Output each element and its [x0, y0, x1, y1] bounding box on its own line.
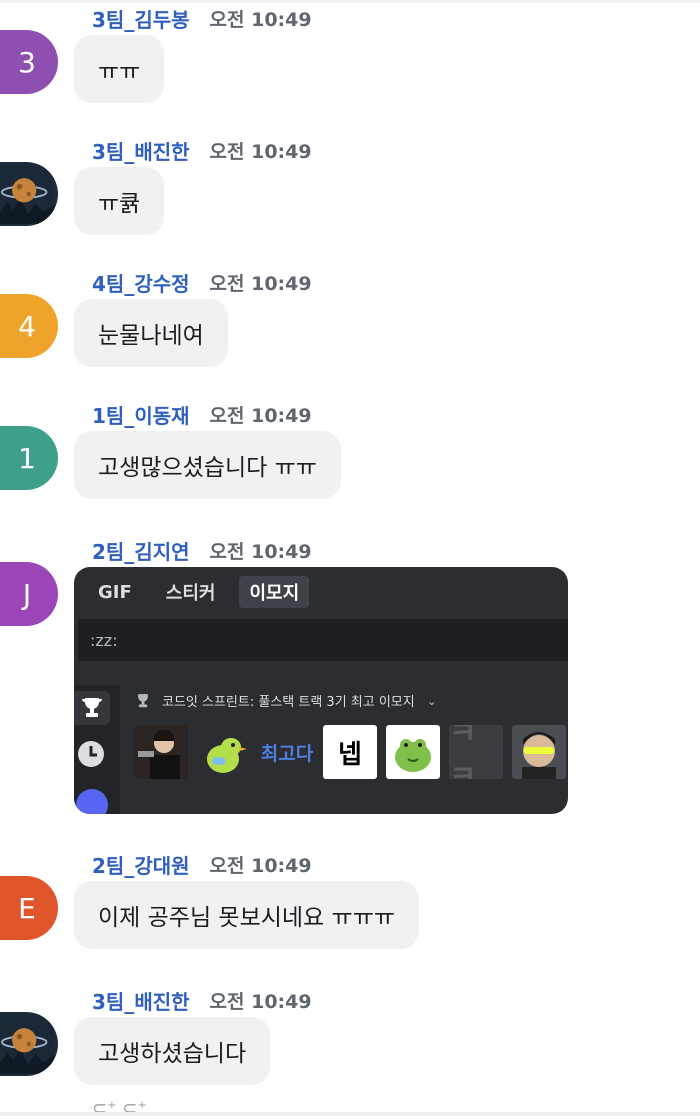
- avatar[interactable]: E: [0, 876, 58, 940]
- avatar[interactable]: 1: [0, 426, 58, 490]
- timestamp: 오전 10:49: [209, 140, 312, 163]
- emoji-nep: 넵: [323, 725, 377, 779]
- picker-tabs: GIF 스티커 이모지: [74, 567, 568, 617]
- timestamp: 오전 10:49: [209, 8, 312, 31]
- message-header: 3팀_배진한 오전 10:49: [92, 135, 312, 165]
- server-icon: [76, 789, 108, 814]
- message-bubble[interactable]: ㅠ큙: [74, 167, 165, 235]
- avatar-initial: 3: [18, 45, 36, 79]
- message-header: 1팀_이동재 오전 10:49: [92, 399, 312, 429]
- avatar[interactable]: 3: [0, 30, 58, 94]
- avatar[interactable]: [0, 1012, 58, 1076]
- author-name[interactable]: 3팀_김두봉: [92, 4, 190, 33]
- picker-sidebar: [74, 685, 120, 814]
- person-aiming-emoji: [134, 725, 188, 779]
- emoji-row: 최고다 넵 ㅋㅋ: [134, 725, 568, 785]
- trophy-icon: [74, 691, 110, 725]
- clock-icon: [74, 737, 108, 771]
- avatar-initial: J: [22, 577, 32, 611]
- emoji-picker-screenshot[interactable]: GIF 스티커 이모지 :zz: 코드잇 스프린트: 풀스택 트랙 3기 최고 …: [74, 567, 568, 814]
- message-header: 2팀_김지연 오전 10:49: [92, 535, 312, 565]
- message-bubble[interactable]: 고생하셨습니다: [74, 1017, 271, 1085]
- timestamp: 오전 10:49: [209, 990, 312, 1013]
- avatar[interactable]: [0, 162, 58, 226]
- tab-sticker: 스티커: [165, 583, 216, 604]
- emoji-kk: ㅋㅋ: [449, 725, 503, 779]
- author-name[interactable]: 2팀_김지연: [92, 536, 190, 565]
- avatar-initial: 1: [18, 441, 36, 475]
- avatar-initial: E: [18, 891, 36, 925]
- chevron-down-icon: ⌄: [426, 693, 437, 708]
- message-header: 3팀_김두봉 오전 10:49: [92, 3, 312, 33]
- message-bubble[interactable]: 이제 공주님 못보시네요 ㅠㅠㅠ: [74, 881, 420, 949]
- message-header: 3팀_배진한 오전 10:49: [92, 985, 312, 1015]
- tab-gif: GIF: [98, 581, 132, 603]
- message-bubble[interactable]: ㅠㅠ: [74, 35, 165, 103]
- author-name[interactable]: 3팀_배진한: [92, 986, 190, 1015]
- message-header: 4팀_강수정 오전 10:49: [92, 267, 312, 297]
- sunglasses-person-emoji: [512, 725, 566, 779]
- author-name[interactable]: 3팀_배진한: [92, 136, 190, 165]
- timestamp: 오전 10:49: [209, 540, 312, 563]
- tab-emoji: 이모지: [239, 576, 310, 608]
- planet-avatar-icon: [0, 164, 54, 224]
- green-bird-emoji: [197, 725, 251, 779]
- picker-category: 코드잇 스프린트: 풀스택 트랙 3기 최고 이모지 ⌄: [134, 691, 437, 710]
- bottom-divider: [0, 1112, 700, 1116]
- avatar[interactable]: 4: [0, 294, 58, 358]
- message-bubble[interactable]: 고생많으셨습니다 ㅠㅠ: [74, 431, 341, 499]
- author-name[interactable]: 4팀_강수정: [92, 268, 190, 297]
- emoji-choigoda: 최고다: [260, 725, 314, 779]
- message-header: 2팀_강대원 오전 10:49: [92, 849, 312, 879]
- green-frog-emoji: [386, 725, 440, 779]
- planet-avatar-icon: [0, 1014, 54, 1074]
- message-bubble[interactable]: 눈물나네여: [74, 299, 228, 367]
- avatar[interactable]: J: [0, 562, 58, 626]
- category-label: 코드잇 스프린트: 풀스택 트랙 3기 최고 이모지: [162, 695, 415, 710]
- avatar-initial: 4: [18, 309, 36, 343]
- timestamp: 오전 10:49: [209, 272, 312, 295]
- timestamp: 오전 10:49: [209, 854, 312, 877]
- picker-search-field: :zz:: [78, 619, 568, 661]
- timestamp: 오전 10:49: [209, 404, 312, 427]
- trophy-small-icon: [138, 693, 148, 707]
- author-name[interactable]: 1팀_이동재: [92, 400, 190, 429]
- author-name[interactable]: 2팀_강대원: [92, 850, 190, 879]
